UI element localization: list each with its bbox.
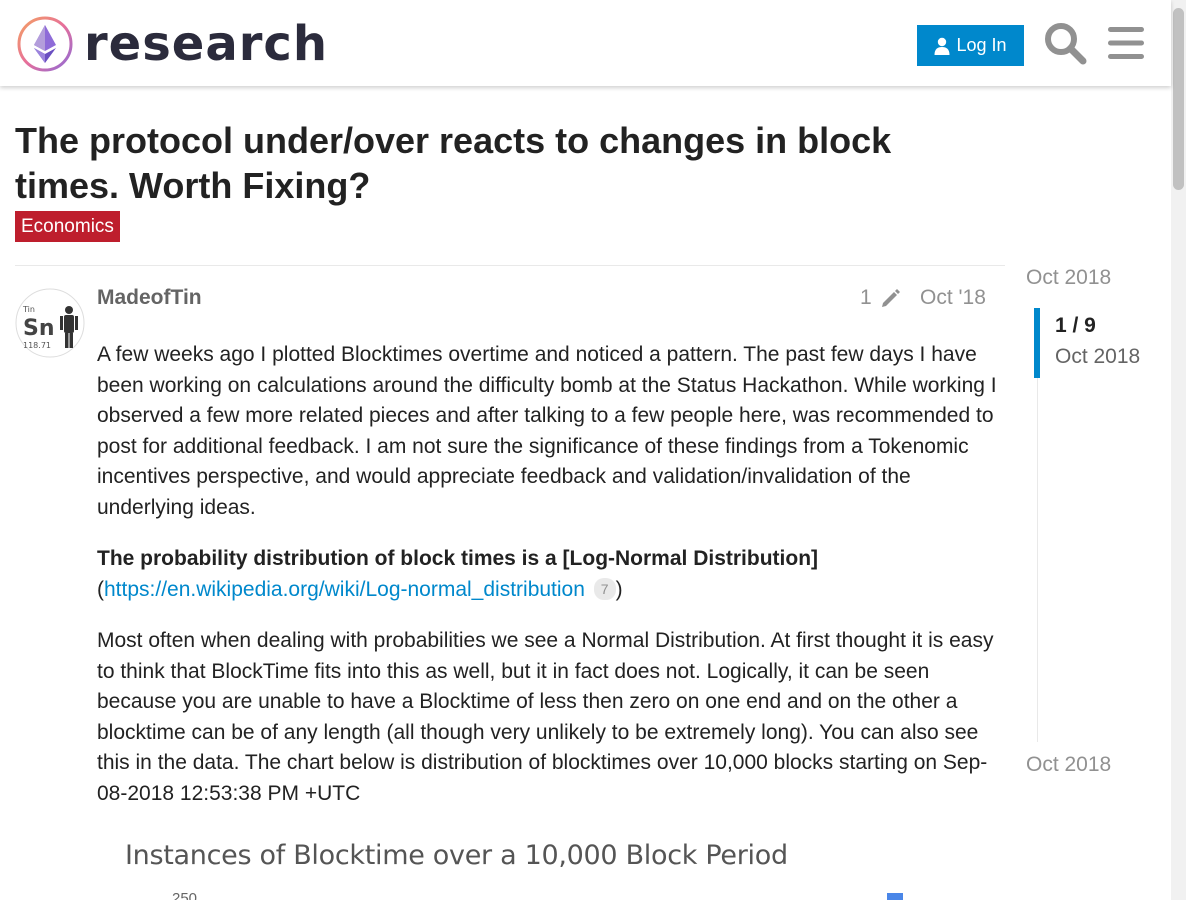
post-heading: The probability distribution of block ti… xyxy=(97,547,819,570)
search-button[interactable] xyxy=(1042,20,1088,66)
timeline-handle[interactable] xyxy=(1034,308,1040,378)
chart-title: Instances of Blocktime over a 10,000 Blo… xyxy=(125,840,788,871)
topic-title[interactable]: The protocol under/over reacts to change… xyxy=(15,118,1005,208)
post-paragraph: A few weeks ago I plotted Blocktimes ove… xyxy=(97,343,997,519)
logo-text: research xyxy=(84,16,329,72)
post-date[interactable]: Oct '18 xyxy=(920,286,986,310)
hamburger-icon xyxy=(1108,27,1144,59)
timeline-end-date[interactable]: Oct 2018 xyxy=(1026,753,1111,777)
chart-legend-swatch xyxy=(887,893,903,900)
chart-tick-label: 250 xyxy=(172,890,198,900)
link-click-count: 7 xyxy=(593,577,616,600)
avatar-small-text: Tin xyxy=(22,305,35,314)
avatar-symbol-text: Sn xyxy=(23,316,55,341)
login-label: Log In xyxy=(956,35,1007,55)
ethereum-logo-icon xyxy=(17,16,73,72)
edit-history-button[interactable]: 1 xyxy=(860,286,902,310)
post-username[interactable]: MadeofTin xyxy=(97,286,202,310)
close-paren: ) xyxy=(615,577,623,601)
avatar[interactable]: Tin Sn 118.71 xyxy=(15,288,85,358)
edit-count: 1 xyxy=(860,286,872,309)
pencil-icon xyxy=(881,289,900,307)
avatar-number-text: 118.71 xyxy=(23,341,51,350)
site-header: research Log In xyxy=(0,0,1171,86)
title-divider xyxy=(15,265,1005,266)
user-icon xyxy=(934,37,950,55)
timeline-position-date: Oct 2018 xyxy=(1055,345,1141,368)
search-icon xyxy=(1045,23,1087,65)
scrollbar-thumb[interactable] xyxy=(1173,8,1184,190)
login-button[interactable]: Log In xyxy=(917,25,1024,66)
post-paragraph: The probability distribution of block ti… xyxy=(97,544,997,605)
timeline-start-date[interactable]: Oct 2018 xyxy=(1026,266,1111,290)
open-paren: ( xyxy=(97,577,104,601)
site-logo[interactable]: research xyxy=(16,14,328,74)
post-content: A few weeks ago I plotted Blocktimes ove… xyxy=(97,340,997,830)
timeline-position: 1 / 9 xyxy=(1055,314,1096,337)
category-badge[interactable]: Economics xyxy=(15,211,120,242)
hamburger-menu-button[interactable] xyxy=(1104,22,1148,64)
blocktime-chart-image[interactable]: Instances of Blocktime over a 10,000 Blo… xyxy=(97,830,997,900)
tin-element-avatar-icon: Tin Sn 118.71 xyxy=(15,288,85,358)
wikipedia-link[interactable]: https://en.wikipedia.org/wiki/Log-normal… xyxy=(104,578,585,601)
post-paragraph: Most often when dealing with probabiliti… xyxy=(97,629,994,805)
